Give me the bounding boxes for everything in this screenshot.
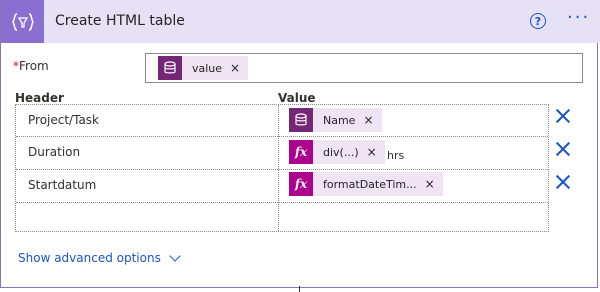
more-options-icon[interactable]: ···	[567, 9, 590, 27]
value-column-label: Value	[278, 91, 316, 105]
data-operation-icon	[1, 0, 44, 43]
action-card: Create HTML table ? ··· *From value × He…	[0, 0, 600, 288]
row-divider	[16, 169, 548, 170]
delete-row-icon[interactable]	[556, 175, 570, 189]
row-header-cell[interactable]: Project/Task	[28, 113, 99, 127]
value-token-name[interactable]: Name ×	[289, 108, 382, 132]
empty-header-cell[interactable]	[16, 203, 278, 231]
expression-icon: fx	[289, 140, 313, 164]
row-header-cell[interactable]: Duration	[28, 145, 80, 159]
token-label: div(...)	[323, 145, 359, 159]
value-token-formatdatetime[interactable]: fx formatDateTim... ×	[289, 172, 443, 196]
row-divider	[16, 136, 548, 137]
remove-token-icon[interactable]: ×	[359, 145, 385, 159]
help-icon[interactable]: ?	[530, 13, 546, 29]
from-label-text: From	[19, 59, 49, 73]
chevron-down-icon	[169, 249, 181, 262]
from-input[interactable]: value ×	[145, 53, 583, 83]
show-advanced-options-link[interactable]: Show advanced options	[18, 249, 181, 265]
from-token[interactable]: value ×	[158, 56, 249, 80]
variable-icon	[158, 56, 182, 80]
value-token-div[interactable]: fx div(...) ×	[289, 140, 385, 164]
token-label: value	[192, 61, 223, 75]
row-header-cell[interactable]: Startdatum	[28, 178, 96, 192]
action-header[interactable]: Create HTML table ? ···	[1, 0, 600, 43]
action-title: Create HTML table	[55, 13, 185, 29]
remove-token-icon[interactable]: ×	[222, 61, 248, 75]
delete-row-icon[interactable]	[556, 109, 570, 123]
token-label: Name	[323, 113, 356, 127]
advanced-options-label: Show advanced options	[18, 251, 161, 265]
value-trailing-text[interactable]: hrs	[387, 149, 404, 162]
remove-token-icon[interactable]: ×	[417, 177, 443, 191]
header-column-label: Header	[15, 91, 64, 105]
from-label: *From	[13, 59, 49, 73]
flow-connector	[299, 286, 300, 292]
token-label: formatDateTim...	[323, 177, 417, 191]
delete-row-icon[interactable]	[556, 142, 570, 156]
header-value-table: Project/Task Name × Duration fx div(...)…	[15, 104, 549, 232]
expression-icon: fx	[289, 172, 313, 196]
empty-value-cell[interactable]	[279, 203, 548, 231]
variable-icon	[289, 108, 313, 132]
remove-token-icon[interactable]: ×	[355, 113, 381, 127]
